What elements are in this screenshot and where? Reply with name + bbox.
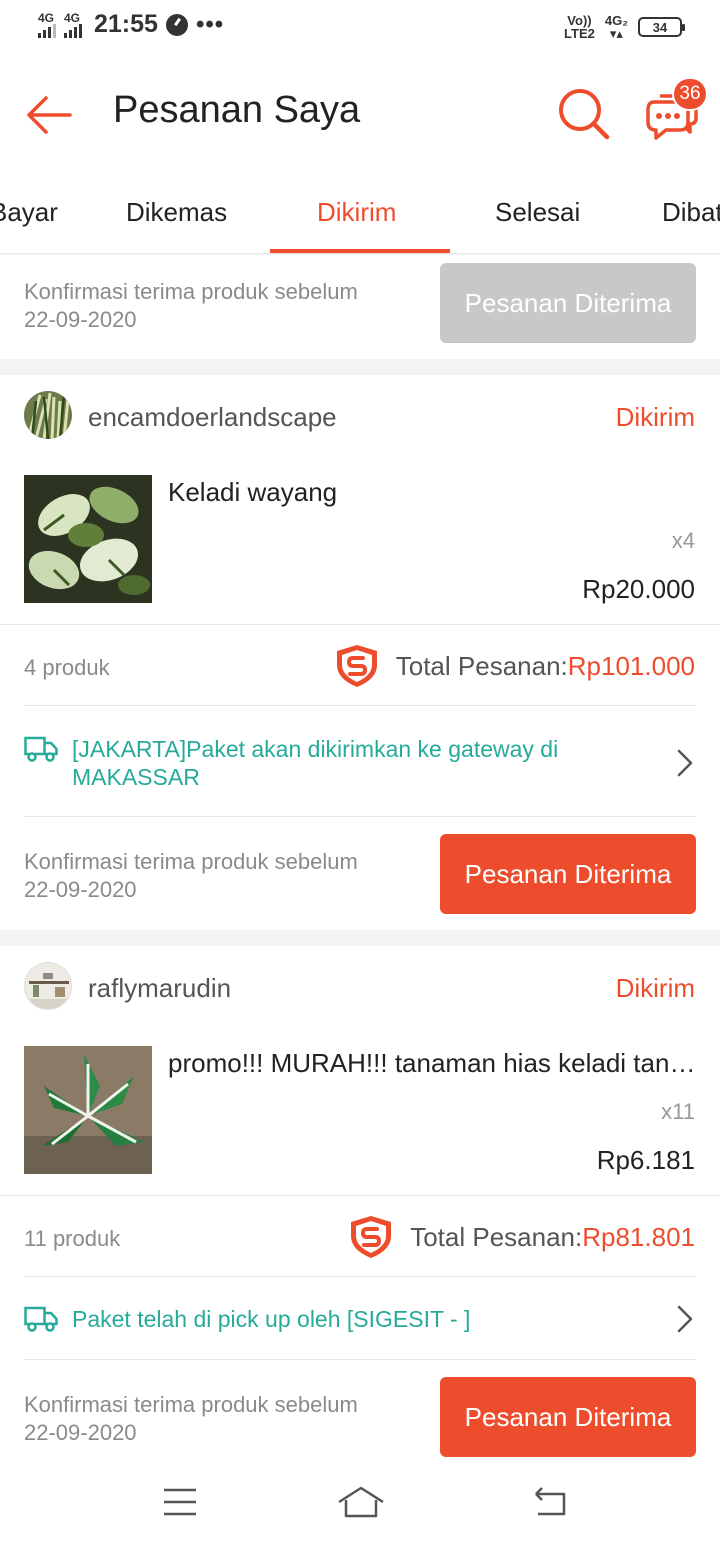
confirm-label: Konfirmasi terima produk sebelum bbox=[24, 1392, 358, 1417]
product-count: 11 produk bbox=[24, 1226, 121, 1251]
total-label: Total Pesanan: bbox=[395, 650, 568, 681]
order-total: Total Pesanan: Rp81.801 bbox=[348, 1214, 695, 1260]
signal-bars-icon bbox=[38, 23, 56, 38]
confirm-date: 22-09-2020 bbox=[24, 1420, 137, 1445]
home-icon[interactable] bbox=[336, 1482, 386, 1522]
shipping-status-text: Paket telah di pick up oleh [SIGESIT - ] bbox=[72, 1306, 471, 1332]
divider bbox=[24, 1359, 696, 1360]
tab-dibatalkan[interactable]: Dibatalkan bbox=[662, 197, 720, 228]
shield-icon bbox=[351, 1216, 392, 1258]
divider bbox=[0, 624, 720, 625]
product-count: 4 produk bbox=[24, 655, 110, 680]
product-image[interactable] bbox=[24, 475, 152, 603]
avatar[interactable] bbox=[24, 962, 72, 1010]
order-card[interactable]: raflymarudin Dikirim promo!!! MURAH!!! t… bbox=[0, 946, 720, 1462]
order-status: Dikirim bbox=[615, 402, 695, 432]
chat-badge: 36 bbox=[672, 77, 708, 111]
confirm-date: 22-09-2020 bbox=[24, 307, 137, 332]
battery-level: 34 bbox=[652, 19, 668, 35]
divider bbox=[24, 1276, 696, 1277]
notification-icon bbox=[165, 13, 188, 36]
total-label: Total Pesanan: bbox=[410, 1221, 583, 1252]
confirm-date: 22-09-2020 bbox=[24, 877, 137, 902]
order-card-partial: Konfirmasi terima produk sebelum 22-09-2… bbox=[0, 255, 720, 359]
order-status: Dikirim bbox=[615, 973, 695, 1003]
chevron-right-icon[interactable] bbox=[674, 748, 696, 778]
more-notifications-icon: ••• bbox=[195, 10, 225, 38]
tab-dikemas[interactable]: Dikemas bbox=[126, 197, 227, 228]
shipping-status-row[interactable]: Paket telah di pick up oleh [SIGESIT - ] bbox=[24, 1303, 696, 1335]
truck-icon bbox=[24, 1306, 58, 1332]
product-image[interactable] bbox=[24, 1046, 152, 1174]
sim1-signal: 4G bbox=[38, 12, 56, 38]
product-quantity: x4 bbox=[671, 528, 695, 553]
confirm-deadline: Konfirmasi terima produk sebelum 22-09-2… bbox=[24, 278, 358, 334]
volte-indicator: Vo)) LTE2 bbox=[564, 14, 595, 40]
app-header: Pesanan Saya 36 bbox=[0, 58, 720, 170]
product-name[interactable]: Keladi wayang bbox=[168, 477, 696, 508]
tab-selesai[interactable]: Selesai bbox=[495, 197, 580, 228]
divider bbox=[0, 1195, 720, 1196]
sim1-label: 4G bbox=[38, 10, 55, 25]
volte-bottom: LTE2 bbox=[564, 26, 595, 41]
product-price: Rp6.181 bbox=[596, 1145, 695, 1175]
product-name[interactable]: promo!!! MURAH!!! tanaman hias keladi ta… bbox=[168, 1048, 696, 1079]
tab-dikirim[interactable]: Dikirim bbox=[317, 197, 396, 228]
confirm-label: Konfirmasi terima produk sebelum bbox=[24, 279, 358, 304]
arrow-left-icon[interactable] bbox=[22, 88, 76, 142]
confirm-deadline: Konfirmasi terima produk sebelum 22-09-2… bbox=[24, 848, 358, 904]
order-tabs: Bayar Dikemas Dikirim Selesai Dibatalkan bbox=[0, 170, 720, 254]
truck-icon bbox=[24, 736, 58, 762]
battery-icon: 34 bbox=[638, 17, 685, 37]
divider bbox=[24, 816, 696, 817]
confirm-deadline: Konfirmasi terima produk sebelum 22-09-2… bbox=[24, 1391, 358, 1447]
total-amount: Rp101.000 bbox=[567, 650, 695, 681]
shop-name[interactable]: raflymarudin bbox=[88, 973, 231, 1004]
total-amount: Rp81.801 bbox=[582, 1221, 695, 1252]
shipping-status-row[interactable]: [JAKARTA]Paket akan dikirimkan ke gatewa… bbox=[24, 733, 696, 793]
chevron-right-icon[interactable] bbox=[674, 1304, 696, 1334]
product-price: Rp20.000 bbox=[582, 574, 695, 604]
shield-icon bbox=[336, 645, 377, 687]
system-nav-bar bbox=[0, 1462, 720, 1544]
search-icon[interactable] bbox=[556, 86, 612, 142]
back-nav-icon[interactable] bbox=[528, 1482, 572, 1522]
confirm-label: Konfirmasi terima produk sebelum bbox=[24, 849, 358, 874]
avatar[interactable] bbox=[24, 391, 72, 439]
active-tab-indicator bbox=[270, 249, 450, 253]
divider bbox=[24, 705, 696, 706]
status-bar: 4G 4G 21:55 ••• Vo)) LTE2 4G₂ ▾▴ 34 bbox=[0, 0, 720, 58]
data-arrows-icon: ▾▴ bbox=[609, 26, 623, 41]
menu-icon[interactable] bbox=[158, 1482, 202, 1522]
sim2-label: 4G bbox=[64, 10, 81, 25]
status-left: 4G 4G 21:55 ••• bbox=[38, 10, 224, 39]
order-received-button[interactable]: Pesanan Diterima bbox=[440, 263, 696, 343]
product-quantity: x11 bbox=[661, 1099, 695, 1124]
clock: 21:55 bbox=[94, 10, 158, 38]
order-total: Total Pesanan: Rp101.000 bbox=[334, 643, 695, 689]
tab-bayar[interactable]: Bayar bbox=[0, 197, 58, 228]
shop-name[interactable]: encamdoerlandscape bbox=[88, 402, 337, 433]
order-received-button[interactable]: Pesanan Diterima bbox=[440, 834, 696, 914]
shipping-status-text: [JAKARTA]Paket akan dikirimkan ke gatewa… bbox=[72, 736, 559, 790]
status-right: Vo)) LTE2 4G₂ ▾▴ 34 bbox=[564, 14, 685, 40]
page-title: Pesanan Saya bbox=[113, 89, 361, 131]
sim2-signal: 4G bbox=[64, 12, 82, 38]
order-received-button[interactable]: Pesanan Diterima bbox=[440, 1377, 696, 1457]
signal-bars-icon bbox=[64, 23, 82, 38]
network-indicator: 4G₂ ▾▴ bbox=[605, 14, 628, 40]
order-card[interactable]: encamdoerlandscape Dikirim Keladi wayang… bbox=[0, 375, 720, 930]
